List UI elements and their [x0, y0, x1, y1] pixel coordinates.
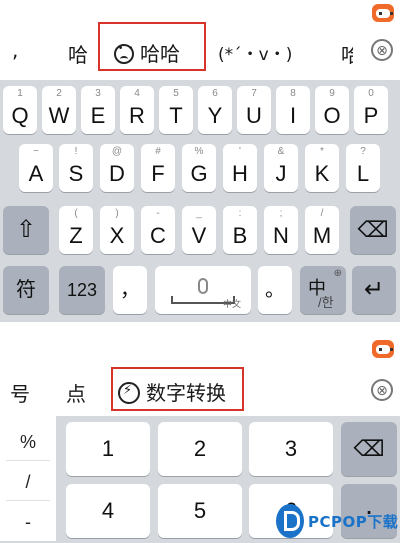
key-c[interactable]: -C: [141, 206, 175, 254]
space-lang-tag: 中文: [222, 299, 241, 309]
symbol-key-label: 符: [16, 279, 36, 301]
slash-key[interactable]: /: [0, 472, 56, 493]
backspace-icon: ⌫: [357, 217, 389, 242]
key-x[interactable]: ) X: [100, 206, 134, 254]
shift-key[interactable]: ⇧: [3, 206, 49, 254]
sad-face-icon: [114, 44, 134, 64]
microphone-icon: [198, 278, 208, 294]
key-k[interactable]: * K: [305, 144, 339, 192]
candidate-kaomoji[interactable]: (*´・v・): [218, 40, 292, 65]
language-sub-label: /한: [318, 295, 334, 310]
key-w[interactable]: 2W: [42, 86, 76, 134]
candidate-number-convert[interactable]: 数字转换: [118, 377, 226, 406]
key-4[interactable]: 4: [66, 484, 150, 538]
period-label: 。: [265, 279, 285, 301]
candidate-haha-label: 哈哈: [140, 42, 180, 66]
space-key[interactable]: 中文: [155, 266, 251, 314]
percent-key[interactable]: %: [0, 432, 56, 453]
backspace-key[interactable]: ⌫: [350, 206, 396, 254]
mascot-icon[interactable]: [372, 4, 394, 22]
key-y[interactable]: 6Y: [198, 86, 232, 134]
close-candidates-icon[interactable]: ⊗: [371, 379, 393, 401]
key-3[interactable]: 3: [249, 422, 333, 476]
close-candidates-icon[interactable]: ⊗: [371, 39, 393, 61]
symbol-column: % / -: [0, 416, 56, 541]
key-i[interactable]: 8I: [276, 86, 310, 134]
key-5[interactable]: 5: [158, 484, 242, 538]
minus-key[interactable]: -: [0, 512, 56, 533]
candidate-hao[interactable]: 号: [10, 378, 30, 407]
candidate-dian[interactable]: 点: [66, 378, 86, 407]
mascot-icon[interactable]: [372, 340, 394, 358]
key-q[interactable]: 1Q: [3, 86, 37, 134]
number-mode-key[interactable]: 123: [59, 266, 105, 314]
key-n[interactable]: ; N: [264, 206, 298, 254]
key-s[interactable]: ! S: [59, 144, 93, 192]
key-a[interactable]: ~ A: [19, 144, 53, 192]
keyboard: 1Q 2W 3E 4R 5T 6Y 7U 8I 9O 0P ~ A ! S @ D #…: [0, 80, 400, 322]
candidate-haha[interactable]: 哈哈: [114, 38, 180, 67]
globe-icon: ⊕: [333, 268, 342, 279]
key-l[interactable]: ? L: [346, 144, 380, 192]
number-mode-label: 123: [66, 280, 98, 300]
lightning-icon: [118, 382, 140, 404]
period-key[interactable]: 。: [258, 266, 292, 314]
candidate-ha[interactable]: 哈: [68, 39, 88, 68]
qwerty-keyboard-panel: , 哈 哈哈 (*´・v・) 哈 ⊗ 1Q 2W 3E 4R 5T 6Y 7U …: [0, 0, 400, 322]
key-h[interactable]: ' H: [223, 144, 257, 192]
watermark-text: PCPOP下载: [308, 512, 399, 531]
key-o[interactable]: 9O: [315, 86, 349, 134]
language-switch-key[interactable]: ⊕ 中 /한: [300, 266, 346, 314]
candidate-ha-partial[interactable]: 哈: [341, 39, 353, 68]
key-f[interactable]: # F: [141, 144, 175, 192]
key-b[interactable]: :B: [223, 206, 257, 254]
key-j[interactable]: & J: [264, 144, 298, 192]
pcpop-logo-icon: [276, 504, 304, 538]
key-1[interactable]: 1: [66, 422, 150, 476]
symbol-key[interactable]: 符: [3, 266, 49, 314]
key-u[interactable]: 7U: [237, 86, 271, 134]
key-g[interactable]: % G: [182, 144, 216, 192]
comma-key[interactable]: ，: [113, 266, 147, 314]
candidate-comma[interactable]: ,: [12, 38, 18, 62]
key-2[interactable]: 2: [158, 422, 242, 476]
shift-icon: ⇧: [15, 216, 37, 243]
backspace-icon: ⌫: [353, 436, 385, 461]
key-z[interactable]: (Z: [59, 206, 93, 254]
backspace-key[interactable]: ⌫: [341, 422, 397, 476]
comma-label: ，: [120, 279, 140, 301]
return-icon: ↵: [363, 276, 385, 303]
key-d[interactable]: @ D: [100, 144, 134, 192]
number-convert-label: 数字转换: [146, 381, 226, 405]
key-p[interactable]: 0P: [354, 86, 388, 134]
return-key[interactable]: ↵: [352, 266, 396, 314]
key-e[interactable]: 3E: [81, 86, 115, 134]
key-r[interactable]: 4R: [120, 86, 154, 134]
key-t[interactable]: 5T: [159, 86, 193, 134]
watermark: PCPOP下载: [276, 503, 398, 539]
key-v[interactable]: _ V: [182, 206, 216, 254]
key-m[interactable]: / M: [305, 206, 339, 254]
